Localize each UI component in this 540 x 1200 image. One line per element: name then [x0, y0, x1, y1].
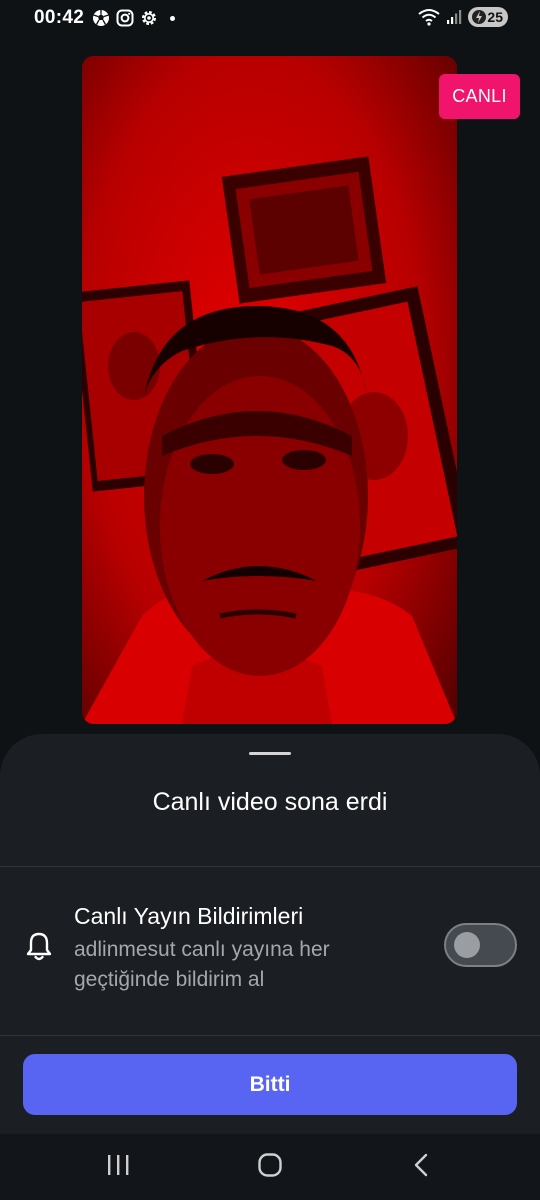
settings-gear-icon [142, 11, 156, 25]
done-button[interactable]: Bitti [23, 1054, 517, 1115]
status-time: 00:42 [34, 7, 85, 28]
wifi-icon [418, 9, 440, 26]
battery-level: 25 [487, 9, 503, 25]
live-ended-sheet: Canlı video sona erdi Canlı Yayın Bildir… [0, 734, 540, 1134]
notifications-title: Canlı Yayın Bildirimleri [74, 903, 304, 929]
video-preview [82, 56, 457, 724]
notifications-toggle[interactable] [444, 923, 517, 967]
divider [0, 1035, 540, 1036]
sheet-title: Canlı video sona erdi [152, 788, 388, 816]
soccer-ball-icon [93, 10, 109, 26]
live-badge: CANLI [439, 74, 520, 119]
back-icon[interactable] [410, 1152, 432, 1178]
dot-icon [170, 15, 175, 21]
live-notifications-row[interactable]: Canlı Yayın Bildirimleri adlinmesut canl… [0, 867, 540, 1035]
camera-image [82, 56, 457, 724]
charging-bolt-icon [472, 10, 486, 24]
battery-icon: 25 [468, 7, 508, 27]
sheet-drag-handle[interactable] [249, 752, 291, 755]
system-icons: 25 [418, 7, 508, 27]
notifications-subtitle: adlinmesut canlı yayına her geçtiğinde b… [74, 938, 330, 991]
home-icon[interactable] [257, 1152, 283, 1178]
navigation-bar [0, 1134, 540, 1200]
notification-icons [92, 9, 175, 27]
signal-icon [447, 10, 462, 24]
recent-apps-icon[interactable] [106, 1152, 130, 1178]
toggle-knob [454, 932, 480, 958]
bell-icon [26, 932, 52, 961]
instagram-icon [116, 9, 134, 27]
status-bar: 00:42 25 [0, 0, 540, 36]
